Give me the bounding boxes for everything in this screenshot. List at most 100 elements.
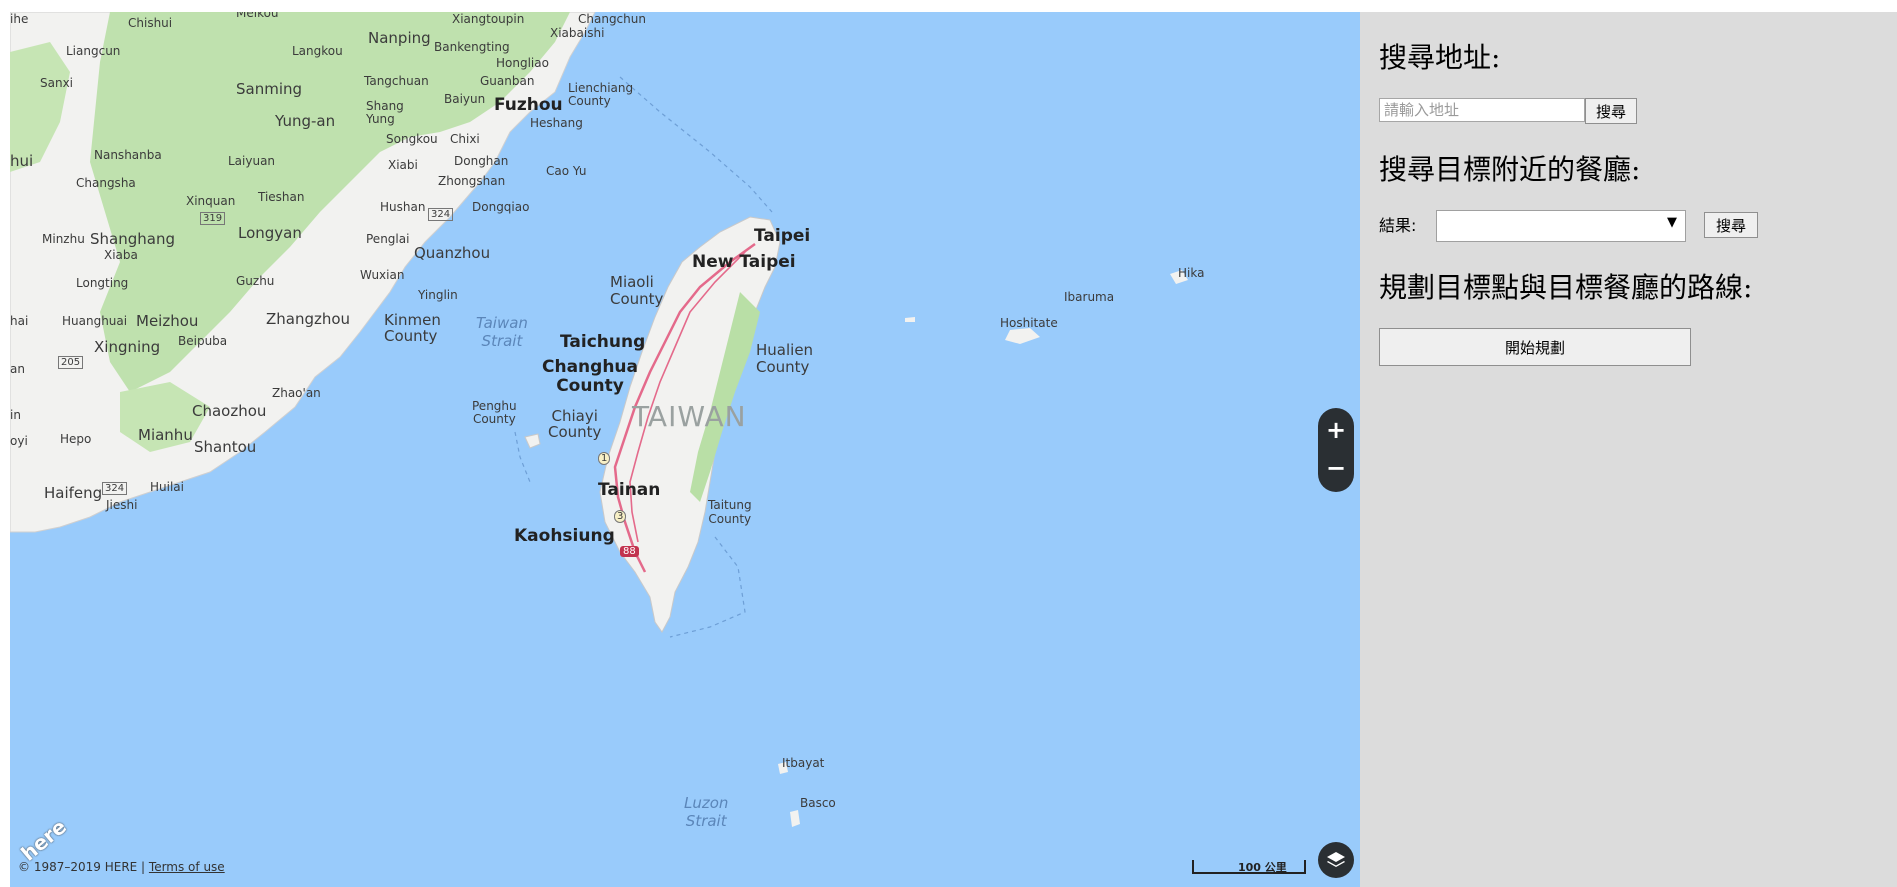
map-label: Tangchuan xyxy=(364,74,429,88)
map-label: Songkou xyxy=(386,132,438,146)
map-label: Taichung xyxy=(560,332,646,352)
map-label: Meizhou xyxy=(136,312,199,330)
scale-label: 100 公里 xyxy=(1238,861,1287,874)
map-label: Tieshan xyxy=(258,190,305,204)
map-label: Dongqiao xyxy=(472,200,530,214)
map-label: Changhua County xyxy=(542,357,638,396)
map-label: Xinquan xyxy=(186,194,236,208)
map-label: Zhongshan xyxy=(438,174,506,188)
result-select[interactable]: ▼ xyxy=(1436,210,1686,242)
road-shield: 324 xyxy=(428,208,454,221)
map-label: Miaoli County xyxy=(610,273,664,308)
copyright-text: © 1987–2019 HERE | xyxy=(18,860,149,874)
map-label: Penglai xyxy=(366,232,410,246)
map-label: oyi xyxy=(10,434,28,448)
map-label: Xingning xyxy=(94,338,161,356)
map-label: Beipuba xyxy=(178,334,228,348)
map-label: Baiyun xyxy=(444,92,486,106)
map-label: Yung-an xyxy=(275,112,336,130)
map-label: Itbayat xyxy=(782,756,825,770)
map-label: Hualien County xyxy=(756,341,814,376)
ryukyu-island-3 xyxy=(905,317,915,322)
map-label: Heshang xyxy=(530,116,583,130)
maritime-boundary xyxy=(619,76,773,213)
map-label: Nanping xyxy=(368,29,431,47)
country-label: TAIWAN xyxy=(632,400,747,433)
map-label: Lienchiang County xyxy=(568,81,634,108)
map-label: Sanxi xyxy=(40,76,74,90)
nearby-restaurants-heading: 搜尋目標附近的餐廳: xyxy=(1379,153,1641,186)
map-copyright: © 1987–2019 HERE | Terms of use xyxy=(18,860,225,874)
map-label: Haifeng xyxy=(44,484,103,502)
map-label: Fuzhou xyxy=(494,95,563,115)
result-label: 結果: xyxy=(1379,216,1417,235)
map-label: Quanzhou xyxy=(414,244,491,262)
layers-button[interactable] xyxy=(1318,842,1354,878)
map-label: Huanghuai xyxy=(62,314,128,328)
map-label: Chixi xyxy=(450,132,480,146)
map-label: Hushan xyxy=(380,200,426,214)
map-label: Bankengting xyxy=(434,40,510,54)
zoom-in-button[interactable]: + xyxy=(1318,410,1354,450)
ryukyu-island-1 xyxy=(1005,328,1040,344)
map-label: Hepo xyxy=(60,432,92,446)
map-label: Mianhu xyxy=(138,426,193,444)
map-label: Kaohsiung xyxy=(514,526,615,546)
map-label: hui xyxy=(10,152,34,170)
map-label: Shantou xyxy=(194,438,257,456)
terms-of-use-link[interactable]: Terms of use xyxy=(149,860,225,874)
map-label: Xiaba xyxy=(104,248,138,262)
map-label: Xiabaishi xyxy=(550,26,605,40)
route-planning-heading: 規劃目標點與目標餐廳的路線: xyxy=(1379,271,1753,304)
left-strip xyxy=(0,12,10,887)
map-label: Penghu County xyxy=(472,399,517,426)
map-label: Huilai xyxy=(150,480,184,494)
map-label: Basco xyxy=(800,796,836,810)
map-label: Sanming xyxy=(236,80,303,98)
road-shield: 319 xyxy=(200,212,226,225)
water-label: Taiwan Strait xyxy=(476,314,528,350)
map-label: Hongliao xyxy=(496,56,549,70)
map-label: Langkou xyxy=(292,44,343,58)
map-label: Chiayi County xyxy=(548,407,602,441)
map-label: ihe xyxy=(10,12,29,26)
map-canvas[interactable]: ihe Chishui Meikou Xiangtoupin Changchun… xyxy=(10,12,1360,887)
water-label: Luzon Strait xyxy=(684,794,729,830)
search-address-heading: 搜尋地址: xyxy=(1379,41,1501,74)
map-label: Liangcun xyxy=(66,44,121,58)
map-label: Laiyuan xyxy=(228,154,276,168)
zoom-control: + − xyxy=(1318,408,1354,492)
restaurant-search-button[interactable]: 搜尋 xyxy=(1704,212,1758,238)
map-label: Kinmen County xyxy=(384,311,441,345)
map-label: Zhao'an xyxy=(272,386,321,400)
map-label: Meikou xyxy=(236,12,279,20)
map-label: Chishui xyxy=(128,16,173,30)
map-label: Chaozhou xyxy=(192,402,267,420)
layers-icon xyxy=(1327,852,1345,867)
start-planning-button[interactable]: 開始規劃 xyxy=(1379,328,1691,366)
address-search-button[interactable]: 搜尋 xyxy=(1585,98,1637,124)
map-label: New Taipei xyxy=(692,252,796,272)
map-label: Shang Yung xyxy=(366,99,404,126)
basco-island xyxy=(790,810,800,827)
penghu-island xyxy=(524,433,541,449)
map-label: Guanban xyxy=(480,74,535,88)
road-shield: 205 xyxy=(58,356,84,369)
map-label: Cao Yu xyxy=(546,164,587,178)
address-input[interactable] xyxy=(1379,98,1585,122)
map-label: Donghan xyxy=(454,154,509,168)
map-label: Yinglin xyxy=(418,288,458,302)
map-label: Wuxian xyxy=(360,268,405,282)
map-label: Tainan xyxy=(598,480,661,500)
chevron-down-icon: ▼ xyxy=(1667,215,1677,230)
map-label: Hoshitate xyxy=(1000,316,1058,330)
map-label: hai xyxy=(10,314,29,328)
zoom-out-button[interactable]: − xyxy=(1318,448,1354,488)
map-label: Longting xyxy=(76,276,129,290)
map-label: Ibaruma xyxy=(1064,290,1115,304)
map-label: Jieshi xyxy=(106,498,138,512)
road-shield: 324 xyxy=(102,482,128,495)
map-label: Xiangtoupin xyxy=(452,12,525,26)
map-label: Shanghang xyxy=(90,230,175,248)
map-label: an xyxy=(10,362,25,376)
